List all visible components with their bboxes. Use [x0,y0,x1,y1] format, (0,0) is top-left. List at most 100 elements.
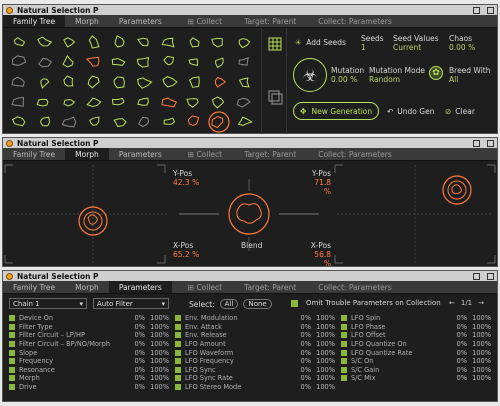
seeds-control[interactable]: Seeds 1 [361,34,384,52]
target-select[interactable]: Target: Parent [244,150,296,159]
param-checkbox[interactable] [9,323,15,330]
param-row[interactable]: LFO Offset 0% 100% [341,331,491,340]
param-row[interactable]: LFO Sync 0% 100% [175,366,335,375]
clear-button[interactable]: ⊘ Clear [445,107,475,116]
undo-gen-button[interactable]: ↶ Undo Gen [387,107,434,116]
seed-shape[interactable] [215,57,224,69]
param-checkbox[interactable] [175,366,181,373]
collect-button[interactable]: ⊞ Collect [188,150,222,159]
seed-shape[interactable] [238,57,249,66]
seed-shape[interactable] [63,75,74,87]
seed-shape[interactable] [211,116,224,129]
seed-shape[interactable] [188,76,200,88]
param-checkbox[interactable] [9,375,15,382]
param-checkbox[interactable] [175,375,181,382]
x-pos-right[interactable]: X-Pos 56.8 % [305,241,331,268]
seed-shape[interactable] [40,116,51,127]
param-row[interactable]: Drive 0% 100% [9,383,169,392]
param-checkbox[interactable] [175,358,181,365]
param-checkbox[interactable] [9,349,15,356]
seed-shape[interactable] [62,54,74,68]
seed-shape[interactable] [214,77,227,88]
param-row[interactable]: Frequency 0% 100% [9,357,169,366]
seed-shape[interactable] [13,37,26,47]
seed-shape[interactable] [86,97,102,108]
seed-shape[interactable] [87,75,100,89]
mutation-control[interactable]: Mutation 0.00 % [331,66,364,84]
new-generation-button[interactable]: ✥ New Generation [293,102,379,120]
seed-shape[interactable] [36,98,49,107]
param-row[interactable]: Resonance 0% 100% [9,366,169,375]
device-select[interactable]: Auto Filter ▾ [93,298,169,309]
seed-shape[interactable] [136,37,149,47]
param-row[interactable]: LFO Sync Rate 0% 100% [175,374,335,383]
tab-parameters[interactable]: Parameters [108,281,172,293]
tab-family-tree[interactable]: Family Tree [3,281,65,293]
x-pos-left[interactable]: X-Pos 65.2 % [173,241,199,259]
seed-shape[interactable] [11,55,27,66]
param-checkbox[interactable] [9,358,15,365]
seed-shape[interactable] [85,56,100,67]
param-checkbox[interactable] [9,384,15,391]
next-page-icon[interactable]: → [478,299,484,307]
collect-button[interactable]: ⊞ Collect [188,283,222,292]
seed-shape[interactable] [188,58,199,67]
save-icon[interactable] [473,6,480,14]
param-row[interactable]: LFO Quantize On 0% 100% [341,340,491,349]
param-row[interactable]: LFO Quantize Rate 0% 100% [341,348,491,357]
tab-parameters[interactable]: Parameters [109,15,172,27]
param-checkbox[interactable] [9,366,15,373]
tab-morph[interactable]: Morph [65,15,109,27]
param-checkbox[interactable] [175,349,181,356]
param-row[interactable]: Env. Release 0% 100% [175,331,335,340]
param-row[interactable]: S/C On 0% 100% [341,357,491,366]
close-icon[interactable] [487,272,494,280]
device-power-icon[interactable] [6,139,13,147]
param-checkbox[interactable] [341,349,347,356]
seed-shape[interactable] [111,97,125,106]
seed-shape[interactable] [161,97,178,108]
seed-shape[interactable] [11,76,25,87]
save-icon[interactable] [473,139,480,147]
seed-shape[interactable] [187,115,200,127]
param-checkbox[interactable] [175,341,181,348]
add-seeds-button[interactable]: ✳ Add Seeds [295,38,346,47]
param-checkbox[interactable] [341,341,347,348]
chain-select[interactable]: Chain 1 ▾ [9,298,87,309]
device-power-icon[interactable] [6,6,13,14]
mutation-mode-control[interactable]: Mutation Mode Random [369,66,425,84]
seed-shape[interactable] [162,76,178,88]
target-select[interactable]: Target: Parent [244,283,296,292]
param-row[interactable]: Filter Type 0% 100% [9,323,169,332]
param-checkbox[interactable] [341,315,347,322]
param-row[interactable]: Device On 0% 100% [9,314,169,323]
seed-shape[interactable] [63,99,76,107]
param-row[interactable]: LFO Frequency 0% 100% [175,357,335,366]
seed-shape[interactable] [88,35,100,49]
seed-shape[interactable] [113,76,125,89]
seed-shape[interactable] [238,77,250,88]
seed-values-control[interactable]: Seed Values Current [393,34,439,52]
stack-view-icon[interactable] [268,90,283,105]
omit-trouble-toggle[interactable]: Omit Trouble Parameters on Collection [291,299,441,307]
param-row[interactable]: Morph 0% 100% [9,374,169,383]
collect-select[interactable]: Collect: Parameters [318,150,392,159]
tab-morph[interactable]: Morph [65,148,109,160]
close-icon[interactable] [487,139,494,147]
chaos-control[interactable]: Chaos 0.00 % [449,34,475,52]
tab-family-tree[interactable]: Family Tree [3,15,66,27]
seed-shape[interactable] [163,117,176,125]
param-checkbox[interactable] [9,341,15,348]
seed-shape[interactable] [211,37,223,48]
breed-with-icon[interactable]: ✿ [429,66,443,80]
mutation-knob[interactable]: ☣ [293,58,327,92]
breed-with-control[interactable]: Breed With All [449,66,490,84]
param-row[interactable]: Filter Circuit – LP/HP 0% 100% [9,331,169,340]
param-row[interactable]: Slope 0% 100% [9,348,169,357]
param-row[interactable]: S/C Gain 0% 100% [341,366,491,375]
param-checkbox[interactable] [341,332,347,339]
param-row[interactable]: Env. Modulation 0% 100% [175,314,335,323]
target-select[interactable]: Target: Parent [244,17,296,26]
param-row[interactable]: Filter Circuit – BP/NO/Morph 0% 100% [9,340,169,349]
param-checkbox[interactable] [175,332,181,339]
